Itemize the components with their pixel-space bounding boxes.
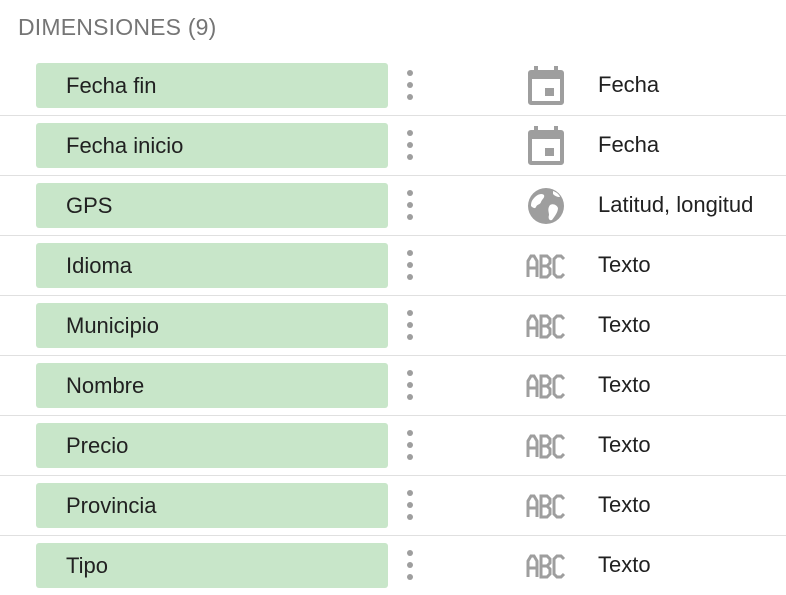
abc-text-icon: [526, 304, 566, 348]
globe-icon: [526, 184, 566, 228]
more-options-icon[interactable]: [398, 189, 422, 221]
more-options-icon[interactable]: [398, 549, 422, 581]
abc-text-icon: [526, 544, 566, 588]
dimension-type-label: Latitud, longitud: [598, 192, 754, 217]
dimension-chip[interactable]: Fecha inicio: [36, 123, 388, 168]
dimension-row: Municipio Texto: [0, 296, 786, 356]
dimension-chip[interactable]: Nombre: [36, 363, 388, 408]
dimension-chip[interactable]: Precio: [36, 423, 388, 468]
abc-text-icon: [526, 424, 566, 468]
more-options-icon[interactable]: [398, 429, 422, 461]
more-options-icon[interactable]: [398, 249, 422, 281]
dimension-row: Fecha inicio Fecha: [0, 116, 786, 176]
calendar-icon: [526, 64, 566, 108]
dimension-type-label: Texto: [598, 372, 651, 397]
dimension-type-label: Fecha: [598, 72, 660, 97]
more-options-icon[interactable]: [398, 309, 422, 341]
more-options-icon[interactable]: [398, 489, 422, 521]
dimension-row: Precio Texto: [0, 416, 786, 476]
dimensions-header: DIMENSIONES (9): [18, 14, 217, 40]
dimension-type-label: Texto: [598, 492, 651, 517]
more-options-icon[interactable]: [398, 129, 422, 161]
dimension-chip[interactable]: Fecha fin: [36, 63, 388, 108]
dimension-row: Nombre Texto: [0, 356, 786, 416]
more-options-icon[interactable]: [398, 369, 422, 401]
dimension-chip[interactable]: Idioma: [36, 243, 388, 288]
dimension-type-label: Texto: [598, 432, 651, 457]
dimension-type-label: Texto: [598, 312, 651, 337]
abc-text-icon: [526, 364, 566, 408]
dimension-type-label: Texto: [598, 552, 651, 577]
dimension-row: Provincia Texto: [0, 476, 786, 536]
dimension-chip[interactable]: Tipo: [36, 543, 388, 588]
more-options-icon[interactable]: [398, 69, 422, 101]
dimension-row: GPS Latitud, longitud: [0, 176, 786, 236]
calendar-icon: [526, 124, 566, 168]
dimension-row: Tipo Texto: [0, 536, 786, 595]
dimension-chip[interactable]: GPS: [36, 183, 388, 228]
dimension-chip[interactable]: Provincia: [36, 483, 388, 528]
dimension-row: Idioma Texto: [0, 236, 786, 296]
abc-text-icon: [526, 484, 566, 528]
dimensions-list: Fecha fin Fecha Fecha inicio Fecha GPS L…: [0, 56, 786, 595]
dimension-type-label: Fecha: [598, 132, 660, 157]
dimension-row: Fecha fin Fecha: [0, 56, 786, 116]
dimension-chip[interactable]: Municipio: [36, 303, 388, 348]
abc-text-icon: [526, 244, 566, 288]
dimension-type-label: Texto: [598, 252, 651, 277]
